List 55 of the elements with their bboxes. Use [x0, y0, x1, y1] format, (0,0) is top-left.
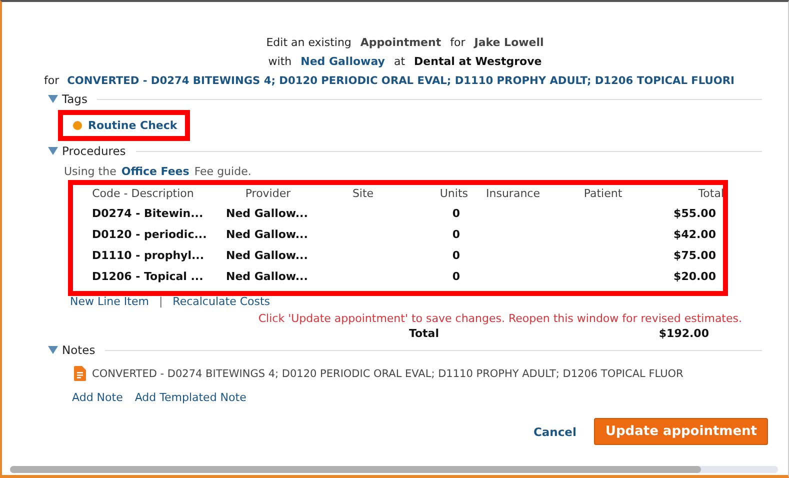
section-title: Procedures [62, 144, 126, 158]
link[interactable]: Add Note [72, 391, 123, 404]
table-cell-text: Ned Gallow... [225, 249, 309, 263]
header-text: Edit an existing [266, 36, 352, 49]
link[interactable]: Recalculate Costs [172, 295, 270, 308]
column-header: Patient [582, 187, 624, 200]
expand-icon[interactable] [48, 147, 58, 155]
header-text: for [450, 36, 466, 49]
table-cell-text: D1110 - prophyl... [91, 249, 206, 263]
section-title: Notes [62, 343, 96, 357]
header-link[interactable]: CONVERTED - D0274 BITEWINGS 4; D0120 PERIODIC ORAL EVAL; D1110 PROPHY ADULT; D1206 TOPICAL FLUORI [67, 75, 735, 87]
header-text: for [44, 74, 60, 87]
link[interactable]: New Line Item [70, 295, 149, 308]
table-cell-text: 0 [451, 270, 461, 284]
total-value: $192.00 [658, 327, 709, 340]
header-text: at [394, 55, 406, 68]
header-text: with [268, 55, 292, 68]
fee-guide-link[interactable]: Office Fees [121, 165, 190, 178]
document-icon [74, 366, 86, 381]
cancel-button[interactable]: Cancel [529, 420, 580, 442]
note-text: CONVERTED - D0274 BITEWINGS 4; D0120 PERIODIC ORAL EVAL; D1110 PROPHY ADULT; D1206 TOPICAL FLUOR [92, 368, 684, 380]
header-link[interactable]: Ned Galloway [300, 55, 385, 68]
column-header: Site [351, 187, 375, 200]
expand-icon[interactable] [48, 95, 58, 103]
column-header: Provider [244, 187, 292, 200]
column-header: Units [438, 187, 468, 200]
column-header: Code - Description [91, 187, 195, 200]
warning-text: Click 'Update appointment' to save changes. Reopen this window for revised estimates. [257, 312, 742, 325]
header-value: Appointment [360, 36, 442, 49]
table-cell-text: D0120 - periodic... [91, 228, 208, 242]
table-cell-text: 0 [451, 228, 461, 242]
header-value: Jake Lowell [474, 36, 544, 49]
table-cell-text: Ned Gallow... [225, 270, 309, 284]
table-cell-text: D0274 - Bitewin... [91, 207, 204, 221]
table-cell-text: 0 [451, 207, 461, 221]
scrollbar[interactable] [10, 466, 778, 473]
table-cell-text: $20.00 [672, 270, 717, 284]
fee-text: Using the [64, 165, 116, 178]
table-cell-text: Ned Gallow... [225, 228, 309, 242]
table-cell-text: $75.00 [672, 249, 717, 263]
table-cell-text: $42.00 [672, 228, 717, 242]
section-title: Tags [62, 92, 88, 106]
column-header: Insurance [485, 187, 541, 200]
table-cell-text: $55.00 [672, 207, 717, 221]
table-cell-text: Ned Gallow... [225, 207, 309, 221]
tag-link[interactable]: Routine Check [88, 119, 178, 132]
expand-icon[interactable] [48, 346, 58, 354]
location-name: Dental at Westgrove [414, 55, 542, 68]
table-cell-text: D1206 - Topical ... [91, 270, 204, 284]
total-label: Total [408, 327, 439, 340]
link[interactable]: Add Templated Note [134, 391, 246, 404]
separator: | [158, 295, 163, 308]
fee-text: Fee guide. [194, 165, 252, 178]
column-header: Total [697, 187, 725, 200]
table-cell-text: 0 [451, 249, 461, 263]
